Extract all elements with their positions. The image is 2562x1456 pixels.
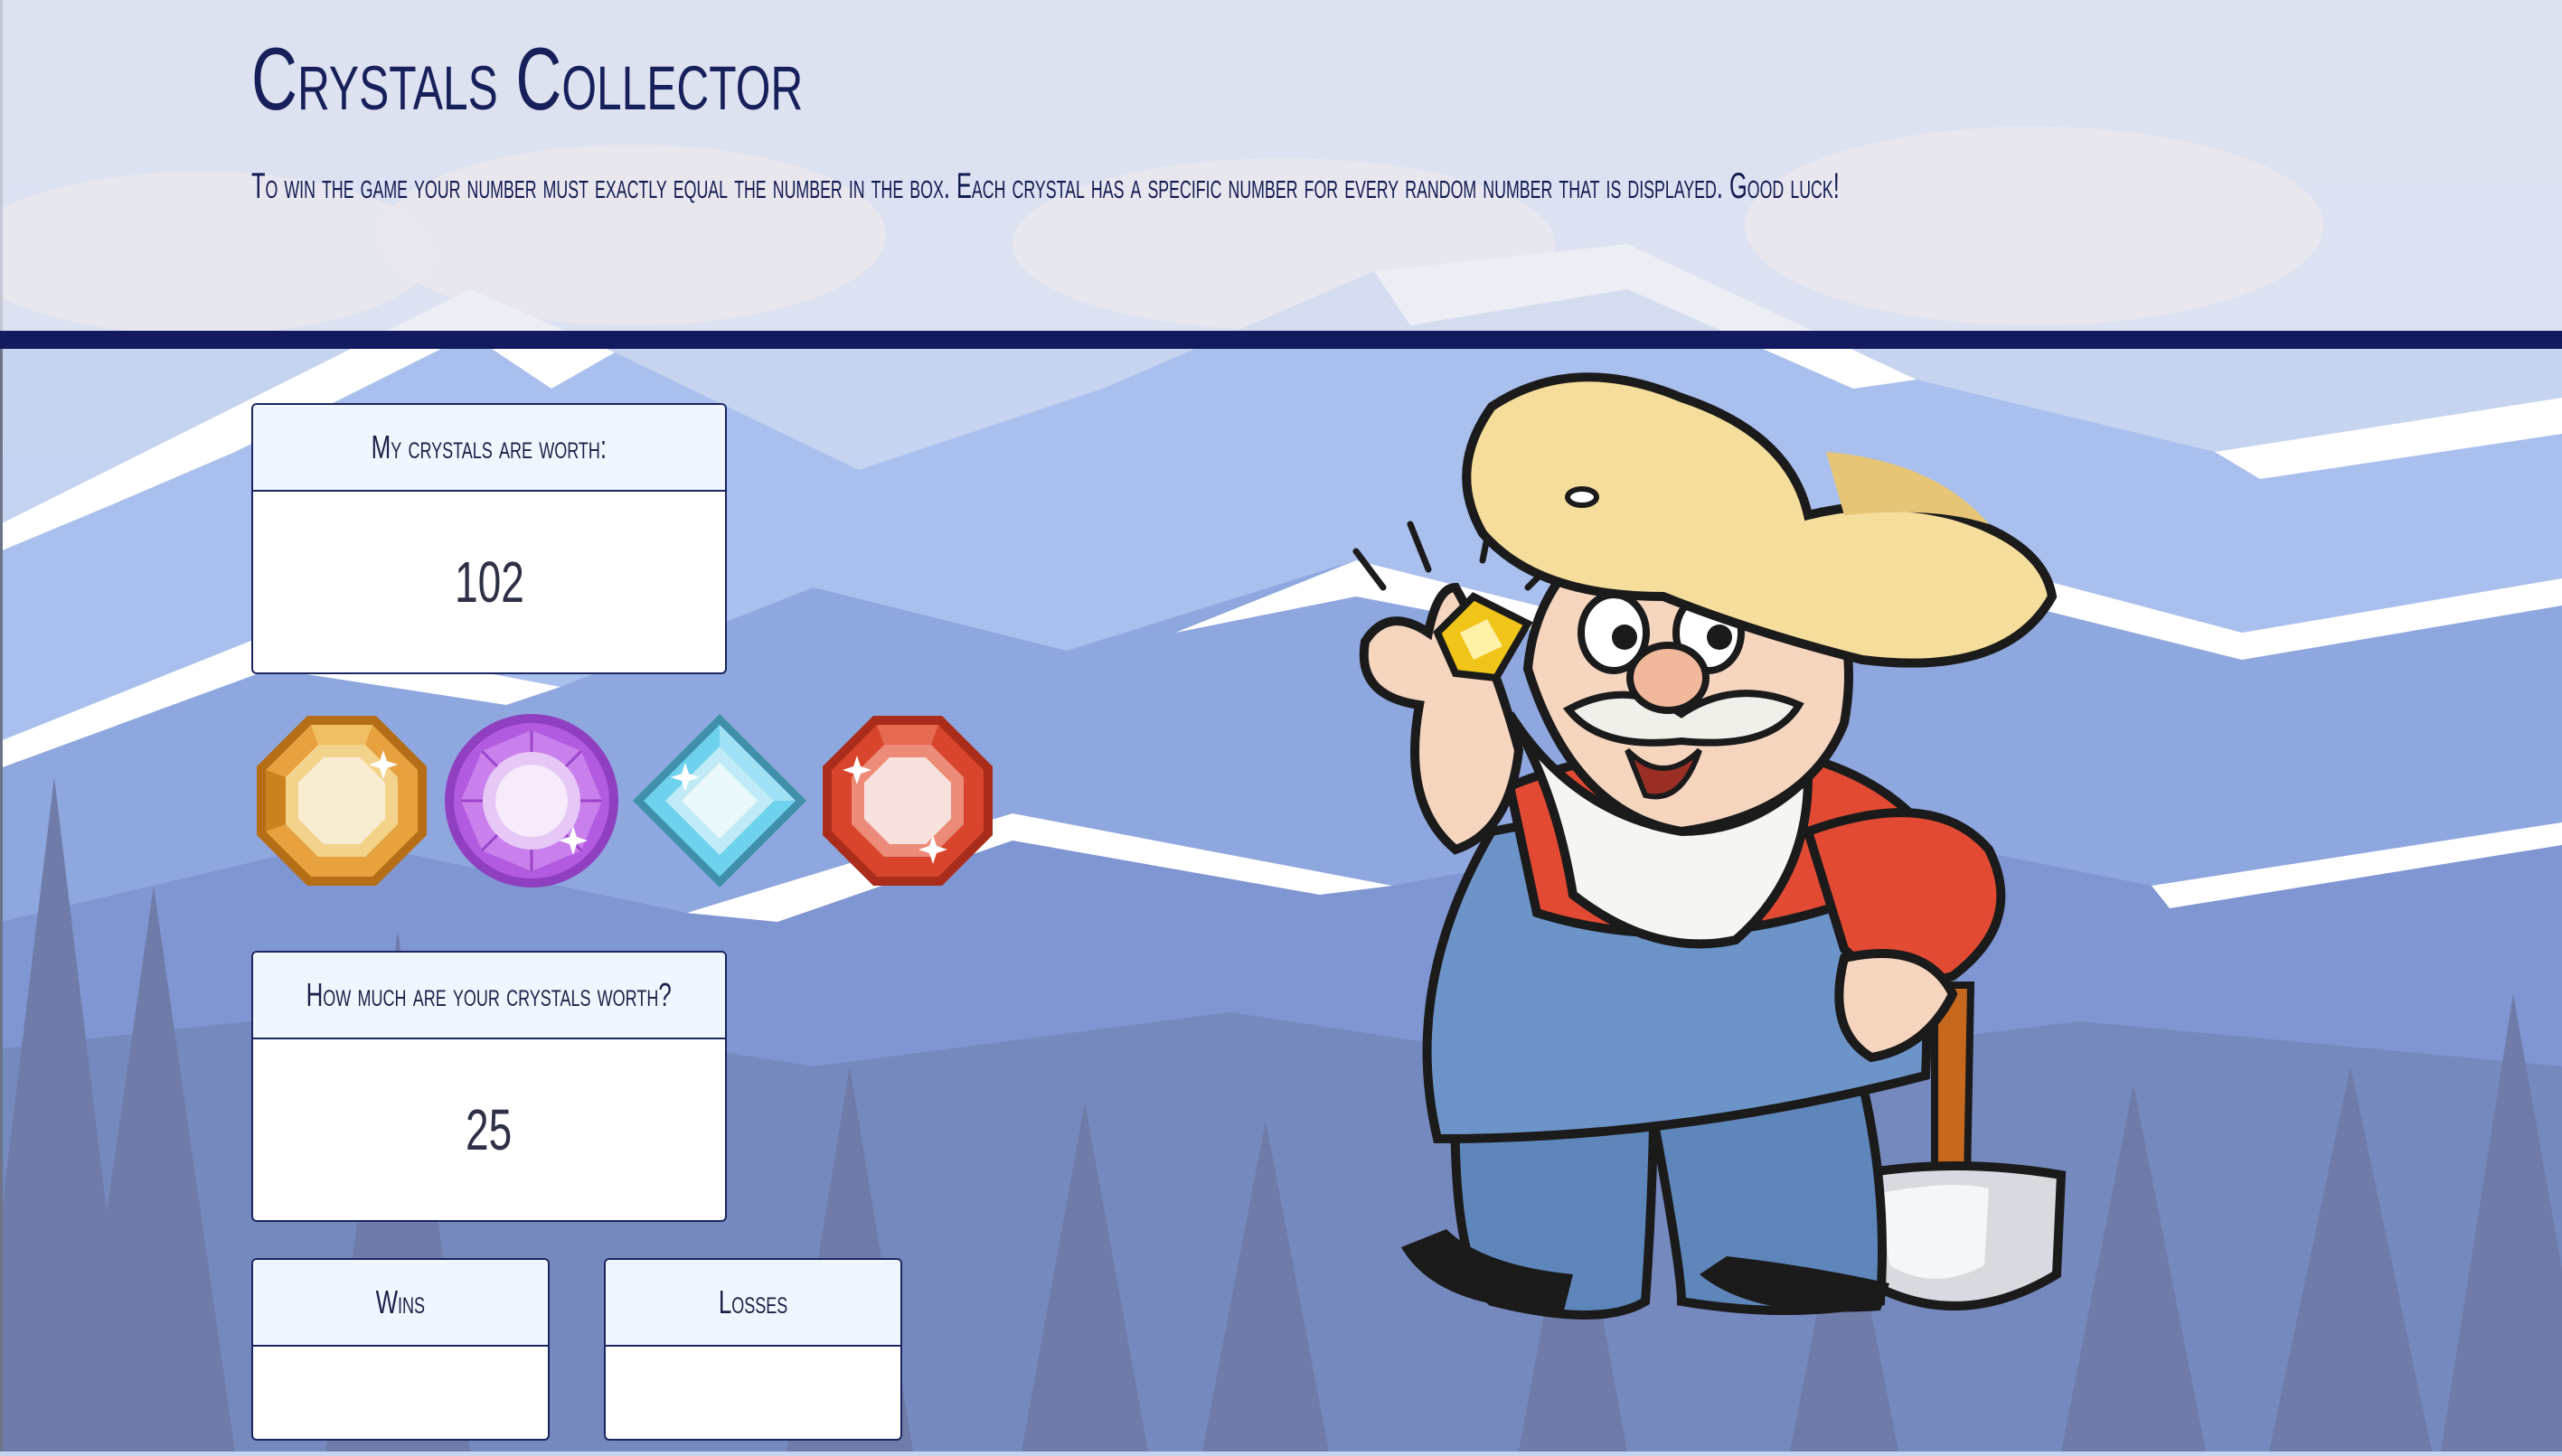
- red-crystal-button[interactable]: [817, 710, 998, 891]
- losses-value: [606, 1347, 900, 1439]
- target-number-value: 102: [253, 492, 725, 672]
- losses-label: Losses: [606, 1260, 900, 1347]
- wins-value: [253, 1347, 548, 1439]
- round-purple-crystal-icon: [445, 714, 618, 888]
- diamond-blue-crystal-icon: [633, 714, 806, 888]
- header-banner: Crystals Collector To win the game your …: [0, 0, 2562, 331]
- player-score-value: 25: [253, 1039, 725, 1220]
- player-score-label-text: How much are your crystals worth?: [306, 976, 673, 1013]
- losses-label-text: Losses: [718, 1283, 788, 1320]
- player-score-value-text: 25: [466, 1097, 513, 1162]
- gold-prospector-mascot-icon: [1352, 372, 2067, 1320]
- target-number-panel: My crystals are worth: 102: [251, 403, 727, 674]
- wins-label: Wins: [253, 1260, 548, 1347]
- losses-panel: Losses: [604, 1258, 902, 1441]
- octagon-red-crystal-icon: [823, 716, 993, 886]
- header-divider: [0, 331, 2562, 349]
- gold-crystal-button[interactable]: [251, 710, 432, 891]
- target-number-label-text: My crystals are worth:: [371, 428, 608, 465]
- target-number-label: My crystals are worth:: [253, 405, 725, 492]
- purple-crystal-button[interactable]: [441, 710, 622, 891]
- blue-crystal-button[interactable]: [629, 710, 810, 891]
- player-score-panel: How much are your crystals worth? 25: [251, 951, 727, 1222]
- wins-label-text: Wins: [375, 1283, 426, 1320]
- octagon-gold-crystal-icon: [257, 716, 427, 886]
- prospector-mascot: [1302, 362, 2188, 1365]
- player-score-label: How much are your crystals worth?: [253, 953, 725, 1039]
- wins-panel: Wins: [251, 1258, 550, 1441]
- game-instructions: To win the game your number must exactly…: [251, 166, 1840, 206]
- page-title: Crystals Collector: [251, 29, 804, 128]
- target-number-value-text: 102: [454, 550, 524, 615]
